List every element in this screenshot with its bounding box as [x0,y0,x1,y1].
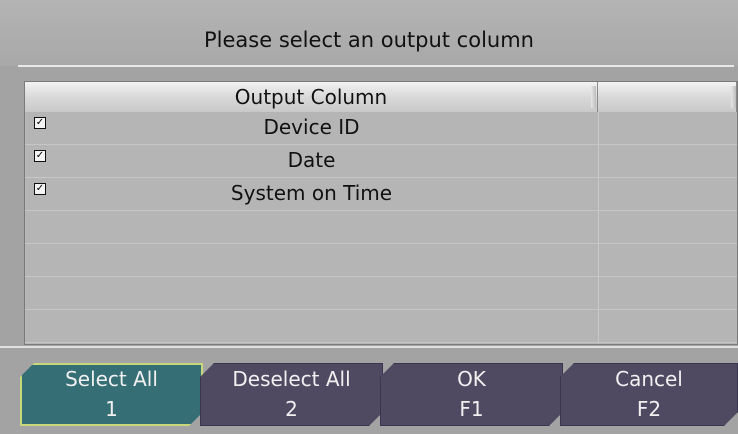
dialog-title-bar: Please select an output column [0,0,738,66]
ok-label: OK [457,367,486,391]
button-bar: Select All 1 Deselect All 2 OK F1 Cancel… [0,346,738,434]
row-label: Device ID [263,115,360,139]
column-resize-handle-end[interactable] [731,86,736,108]
column-resize-handle[interactable] [591,86,596,108]
button-bar-divider [0,346,738,348]
select-all-shortcut: 1 [105,397,118,421]
table-row[interactable]: ✓ Date [25,145,737,178]
ok-button[interactable]: OK F1 [380,363,563,426]
cancel-label: Cancel [615,367,683,391]
row-label: System on Time [230,181,393,205]
column-header-secondary[interactable] [598,82,737,112]
cancel-button[interactable]: Cancel F2 [560,363,738,426]
table-row[interactable]: ✓ System on Time [25,178,737,211]
output-column-dialog: Please select an output column Output Co… [0,0,738,434]
select-all-label: Select All [65,367,158,391]
column-header-label: Output Column [234,85,388,109]
cell-divider [598,244,599,276]
cell-divider [598,178,599,210]
ok-shortcut: F1 [459,397,484,421]
cell-divider [598,145,599,177]
dialog-title: Please select an output column [204,28,534,52]
cancel-shortcut: F2 [636,397,662,421]
table-row-empty [25,244,737,277]
row-label: Date [287,148,336,172]
title-divider [18,65,734,67]
deselect-all-label: Deselect All [232,367,351,391]
table-row-empty [25,277,737,310]
deselect-all-shortcut: 2 [285,397,298,421]
cell-divider [598,310,599,342]
table-row[interactable]: ✓ Device ID [25,112,737,145]
cell-divider [598,211,599,243]
column-header-output-column[interactable]: Output Column [25,82,598,112]
output-column-table: Output Column ✓ Device ID ✓ Date ✓ Syste… [24,81,738,345]
cell-divider [598,112,599,144]
deselect-all-button[interactable]: Deselect All 2 [200,363,383,426]
table-row-empty [25,211,737,244]
table-header: Output Column [25,82,737,112]
cell-divider [598,277,599,309]
select-all-button[interactable]: Select All 1 [20,363,203,426]
table-row-empty [25,310,737,343]
